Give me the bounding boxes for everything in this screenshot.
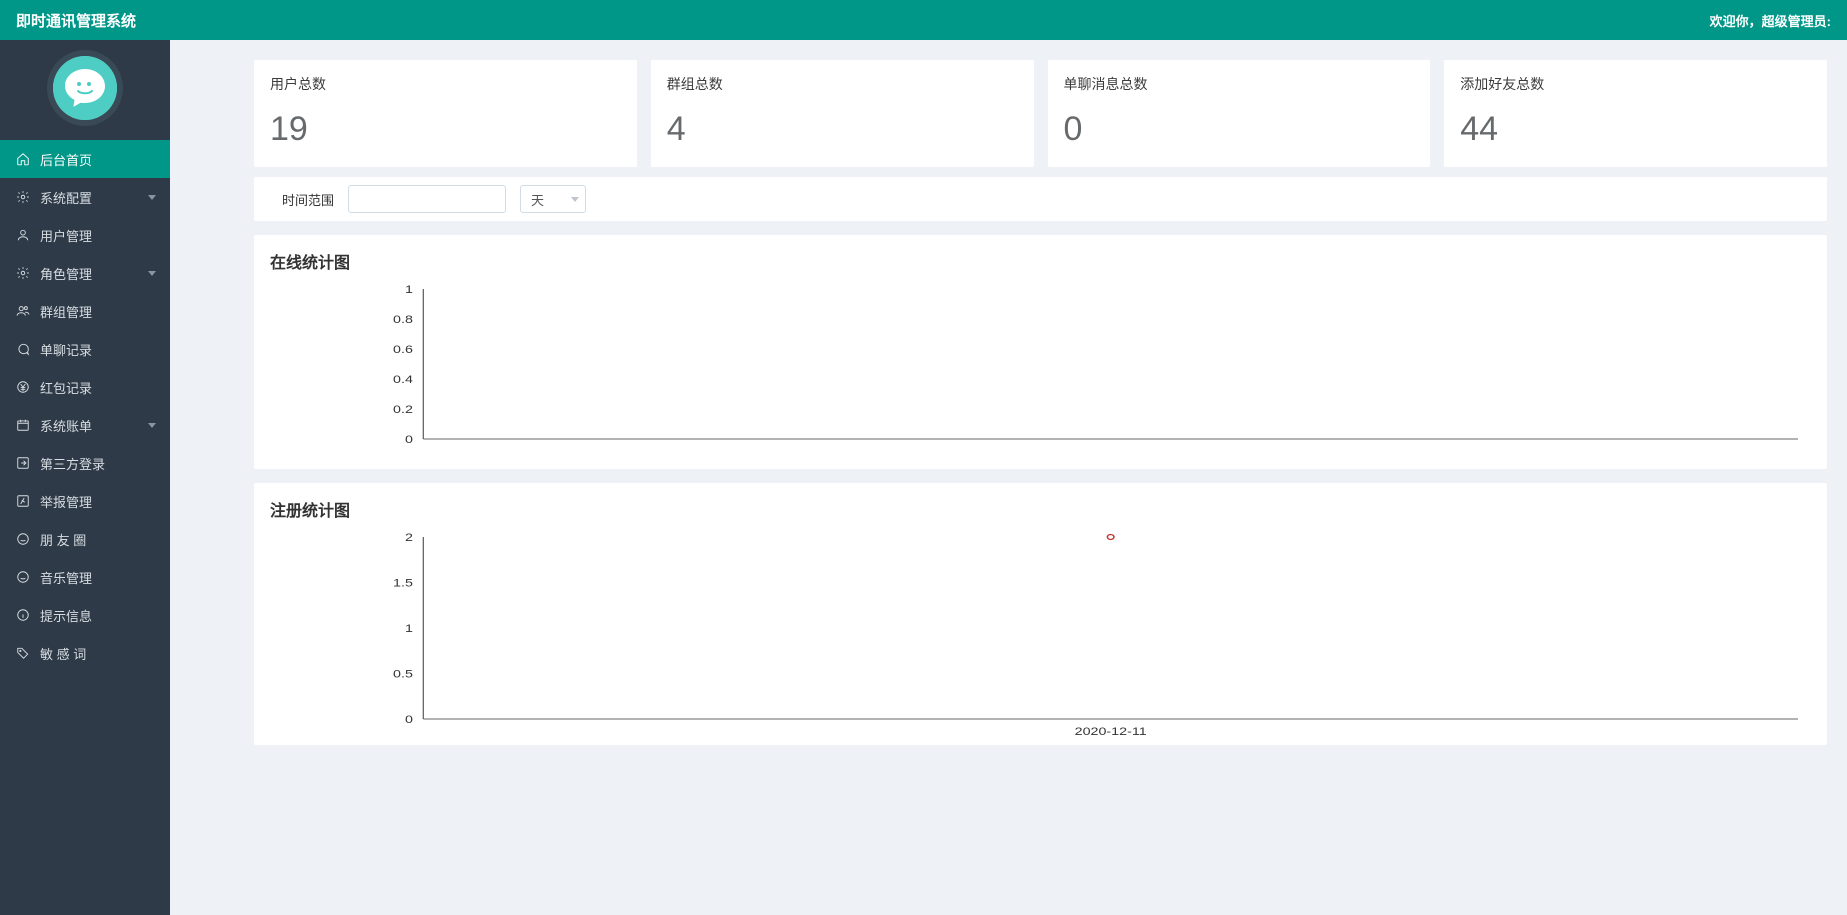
- svg-text:0: 0: [405, 433, 413, 446]
- smile-icon: [16, 570, 30, 584]
- register-chart: 0 0.5 1 1.5 2 2020-12-11: [270, 531, 1811, 743]
- online-chart-panel: 在线统计图 0 0.2 0.4 0.6 0.8 1: [254, 235, 1827, 469]
- sidebar-item-1[interactable]: 系统配置: [0, 178, 170, 216]
- gear-icon: [16, 190, 30, 204]
- yen-icon: [16, 380, 30, 394]
- sidebar-item-label: 音乐管理: [40, 568, 92, 587]
- info-icon: [16, 608, 30, 622]
- sidebar-item-label: 第三方登录: [40, 454, 105, 473]
- stat-label: 群组总数: [667, 74, 1018, 94]
- gear-icon: [16, 266, 30, 280]
- sidebar-item-label: 提示信息: [40, 606, 92, 625]
- stat-label: 单聊消息总数: [1064, 74, 1415, 94]
- app-title: 即时通讯管理系统: [16, 10, 136, 31]
- svg-text:0.4: 0.4: [393, 373, 413, 386]
- range-label: 时间范围: [282, 190, 334, 209]
- sidebar-item-label: 单聊记录: [40, 340, 92, 359]
- app-header: 即时通讯管理系统 欢迎你，超级管理员:: [0, 0, 1847, 40]
- users-icon: [16, 304, 30, 318]
- sidebar-item-2[interactable]: 用户管理: [0, 216, 170, 254]
- flag-icon: [16, 494, 30, 508]
- time-unit-select[interactable]: 天: [520, 185, 586, 213]
- online-chart: 0 0.2 0.4 0.6 0.8 1: [270, 283, 1811, 463]
- sidebar-item-7[interactable]: 系统账单: [0, 406, 170, 444]
- sidebar-item-9[interactable]: 举报管理: [0, 482, 170, 520]
- welcome-text: 欢迎你，超级管理员:: [1710, 11, 1831, 30]
- stat-card-1: 群组总数 4: [651, 60, 1034, 167]
- stat-card-2: 单聊消息总数 0: [1048, 60, 1431, 167]
- home-icon: [16, 152, 30, 166]
- sidebar-item-label: 用户管理: [40, 226, 92, 245]
- online-chart-title: 在线统计图: [270, 249, 1811, 273]
- stat-value: 4: [667, 110, 1018, 149]
- sidebar-item-10[interactable]: 朋 友 圈: [0, 520, 170, 558]
- time-unit-value: 天: [531, 190, 544, 209]
- sidebar-item-13[interactable]: 敏 感 词: [0, 634, 170, 672]
- chevron-down-icon: [148, 271, 156, 276]
- sidebar-item-label: 举报管理: [40, 492, 92, 511]
- chevron-down-icon: [148, 195, 156, 200]
- sidebar-item-label: 朋 友 圈: [40, 530, 86, 549]
- chevron-down-icon: [571, 197, 579, 202]
- sidebar-item-label: 系统配置: [40, 188, 92, 207]
- sidebar: 后台首页系统配置用户管理角色管理群组管理单聊记录红包记录系统账单第三方登录举报管…: [0, 40, 170, 915]
- sidebar-item-5[interactable]: 单聊记录: [0, 330, 170, 368]
- stat-value: 44: [1460, 110, 1811, 149]
- sidebar-item-label: 敏 感 词: [40, 644, 86, 663]
- date-range-input[interactable]: [348, 185, 506, 213]
- sidebar-item-12[interactable]: 提示信息: [0, 596, 170, 634]
- sidebar-item-4[interactable]: 群组管理: [0, 292, 170, 330]
- arrow-icon: [16, 456, 30, 470]
- smile-icon: [16, 532, 30, 546]
- avatar[interactable]: [53, 56, 117, 120]
- stat-card-0: 用户总数 19: [254, 60, 637, 167]
- tag-icon: [16, 646, 30, 660]
- svg-text:0.6: 0.6: [393, 343, 413, 356]
- sidebar-item-6[interactable]: 红包记录: [0, 368, 170, 406]
- stat-value: 0: [1064, 110, 1415, 149]
- chat-bubble-icon: [53, 56, 117, 120]
- sidebar-item-label: 角色管理: [40, 264, 92, 283]
- svg-text:0.5: 0.5: [393, 667, 413, 680]
- sidebar-item-label: 系统账单: [40, 416, 92, 435]
- stat-value: 19: [270, 110, 621, 149]
- sidebar-item-label: 红包记录: [40, 378, 92, 397]
- chat-icon: [16, 342, 30, 356]
- stat-label: 添加好友总数: [1460, 74, 1811, 94]
- sidebar-item-3[interactable]: 角色管理: [0, 254, 170, 292]
- user-icon: [16, 228, 30, 242]
- stat-card-3: 添加好友总数 44: [1444, 60, 1827, 167]
- sidebar-item-0[interactable]: 后台首页: [0, 140, 170, 178]
- svg-text:1: 1: [405, 622, 413, 635]
- svg-text:1.5: 1.5: [393, 576, 413, 589]
- sidebar-item-11[interactable]: 音乐管理: [0, 558, 170, 596]
- stats-row: 用户总数 19 群组总数 4 单聊消息总数 0 添加好友总数 44: [254, 60, 1827, 167]
- register-chart-panel: 注册统计图 0 0.5 1 1.5 2 2020-12-11: [254, 483, 1827, 745]
- svg-text:2020-12-11: 2020-12-11: [1075, 725, 1147, 738]
- register-chart-title: 注册统计图: [270, 497, 1811, 521]
- cal-icon: [16, 418, 30, 432]
- filter-bar: 时间范围 天: [254, 177, 1827, 221]
- nav-list: 后台首页系统配置用户管理角色管理群组管理单聊记录红包记录系统账单第三方登录举报管…: [0, 140, 170, 672]
- svg-text:0.8: 0.8: [393, 313, 413, 326]
- svg-text:1: 1: [405, 283, 413, 296]
- avatar-wrap: [0, 40, 170, 140]
- main: 用户总数 19 群组总数 4 单聊消息总数 0 添加好友总数 44 时间范围 天 在线统计图 …: [170, 40, 1847, 915]
- chevron-down-icon: [148, 423, 156, 428]
- stat-label: 用户总数: [270, 74, 621, 94]
- svg-text:0: 0: [405, 713, 413, 726]
- svg-text:0.2: 0.2: [393, 403, 413, 416]
- sidebar-item-8[interactable]: 第三方登录: [0, 444, 170, 482]
- svg-text:2: 2: [405, 531, 413, 544]
- sidebar-item-label: 后台首页: [40, 150, 92, 169]
- sidebar-item-label: 群组管理: [40, 302, 92, 321]
